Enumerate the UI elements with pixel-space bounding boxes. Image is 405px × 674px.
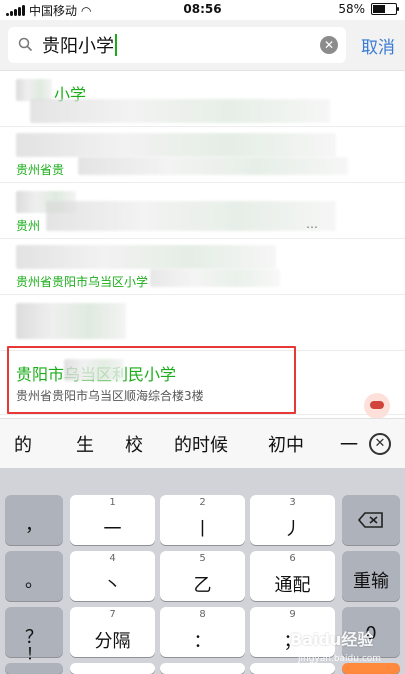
- blurred-region: [150, 269, 280, 287]
- key-label: ，: [25, 515, 43, 536]
- watermark-text: Baidu经验: [290, 630, 374, 649]
- result-address: 贵州省贵阳市乌当区小学: [16, 275, 149, 289]
- search-box[interactable]: 贵阳小学 ✕: [8, 27, 346, 63]
- backspace-button[interactable]: [342, 495, 400, 545]
- backspace-icon: [358, 512, 383, 528]
- key-3[interactable]: 3丿: [250, 495, 335, 545]
- result-item[interactable]: 贵州省贵阳市乌当区小学: [0, 239, 405, 295]
- key-row4-left[interactable]: [70, 663, 155, 674]
- key-number: 7: [109, 609, 116, 620]
- blurred-region: [78, 157, 348, 175]
- key-label: 丶: [103, 575, 122, 596]
- close-icon[interactable]: ✕: [369, 433, 391, 455]
- key-space[interactable]: [160, 663, 245, 674]
- candidate-item[interactable]: 的时候: [174, 431, 228, 457]
- key-7[interactable]: 7 分隔: [70, 607, 155, 657]
- key-label: 通配: [274, 575, 311, 596]
- key-number: 9: [289, 609, 296, 620]
- key-label: 一: [103, 519, 122, 540]
- cancel-button[interactable]: 取消: [361, 33, 395, 58]
- key-label: 丨: [193, 519, 212, 540]
- status-right: 58%: [338, 2, 399, 16]
- candidate-item[interactable]: 一: [340, 431, 358, 457]
- key-1[interactable]: 1一: [70, 495, 155, 545]
- key-label: 丿: [283, 519, 302, 540]
- clear-icon[interactable]: ✕: [320, 36, 338, 54]
- candidate-bar: 的 生 校 的时候 初中 一 ✕: [0, 418, 405, 469]
- blurred-region: [16, 79, 52, 101]
- truncated-text: …: [306, 217, 318, 231]
- key-exclaim-label: ！: [26, 644, 43, 663]
- blurred-region: [30, 99, 330, 123]
- key-4[interactable]: 4丶: [70, 551, 155, 601]
- battery-icon: [371, 3, 399, 15]
- key-5[interactable]: 5乙: [160, 551, 245, 601]
- key-number: 4: [109, 553, 116, 564]
- result-item[interactable]: [0, 295, 405, 351]
- candidate-item[interactable]: 生: [76, 431, 94, 457]
- key-comma[interactable]: ，: [5, 495, 63, 545]
- key-number: 3: [289, 497, 296, 508]
- candidate-item[interactable]: 校: [125, 431, 143, 457]
- battery-percent: 58%: [338, 2, 365, 16]
- status-bar: 中国移动 ◠ 08:56 58%: [0, 0, 405, 20]
- key-6[interactable]: 6 通配: [250, 551, 335, 601]
- key-row4-right[interactable]: [250, 663, 335, 674]
- result-item[interactable]: 小学: [0, 71, 405, 127]
- key-label: ：: [193, 631, 212, 652]
- key-label: 重输: [353, 571, 389, 592]
- key-number: 1: [109, 497, 116, 508]
- key-number: 5: [199, 553, 206, 564]
- key-label: 分隔: [94, 631, 131, 652]
- blurred-region: [46, 201, 336, 231]
- search-bar: 贵阳小学 ✕ 取消: [0, 20, 405, 71]
- result-address: 贵州: [16, 219, 41, 233]
- search-icon: [18, 37, 32, 51]
- search-input[interactable]: 贵阳小学: [42, 32, 114, 58]
- reinput-button[interactable]: 重输: [342, 551, 400, 601]
- highlight-box: [7, 346, 296, 414]
- result-address: 贵州省贵: [16, 163, 65, 177]
- key-period[interactable]: 。: [5, 551, 63, 601]
- watermark-sub: jingyan.baidu.com: [298, 654, 382, 664]
- key-enter[interactable]: [342, 663, 400, 674]
- key-number: 6: [289, 553, 296, 564]
- candidate-item[interactable]: 初中: [268, 431, 304, 457]
- result-item[interactable]: 贵州省贵: [0, 127, 405, 183]
- blurred-region: [16, 133, 336, 157]
- candidate-item[interactable]: 的: [14, 431, 32, 457]
- result-item[interactable]: 贵州 …: [0, 183, 405, 239]
- battery-fill: [373, 5, 385, 13]
- key-exclaim[interactable]: ！: [5, 663, 63, 674]
- key-number: 2: [199, 497, 206, 508]
- key-2[interactable]: 2丨: [160, 495, 245, 545]
- key-label: 乙: [193, 575, 212, 596]
- blurred-region: [16, 303, 126, 339]
- key-label: 。: [25, 571, 43, 592]
- key-number: 8: [199, 609, 206, 620]
- blurred-region: [16, 245, 276, 269]
- key-8[interactable]: 8：: [160, 607, 245, 657]
- assistant-icon[interactable]: [364, 393, 390, 419]
- text-caret: [115, 34, 117, 56]
